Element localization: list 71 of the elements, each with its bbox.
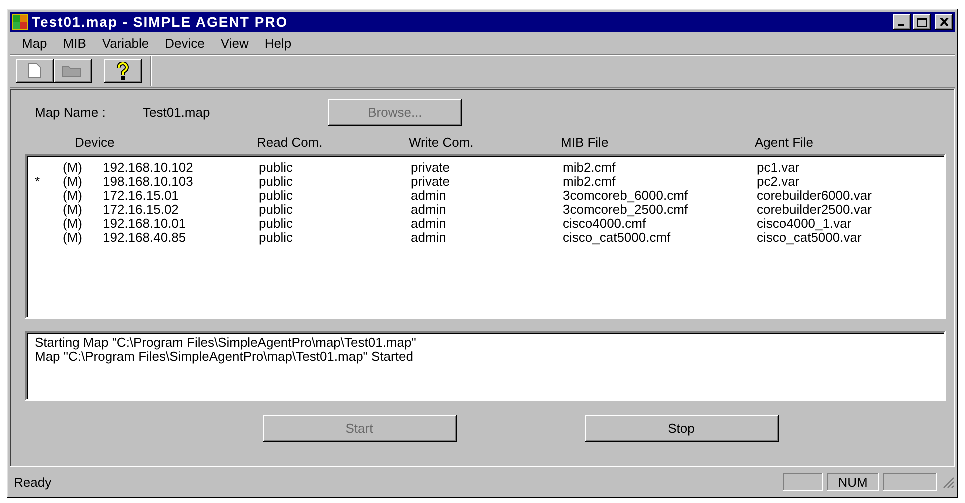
table-cell-text: cisco4000_1.var — [757, 217, 853, 231]
new-file-button[interactable] — [16, 59, 54, 83]
table-cell-text: private — [411, 175, 452, 189]
status-text: Ready — [14, 474, 53, 490]
table-cell-text: mib2.cmf — [563, 161, 617, 175]
table-cell-text: (M) — [63, 203, 84, 217]
stop-button[interactable]: Stop — [584, 415, 778, 442]
menu-item[interactable]: Map — [14, 36, 56, 50]
column-header: Write Com. — [409, 134, 475, 150]
app-icon — [12, 14, 28, 30]
table-cell-text: 172.16.15.01 — [103, 189, 180, 203]
table-cell-text: cisco4000.cmf — [563, 217, 646, 231]
table-cell-text: pc2.var — [757, 175, 801, 189]
menu-item[interactable]: View — [212, 36, 257, 50]
table-cell-text: 172.16.15.02 — [103, 203, 180, 217]
table-cell-text: admin — [411, 231, 448, 245]
column-header: Read Com. — [257, 134, 324, 150]
blank-page-icon — [28, 63, 42, 79]
log-line: Map "C:\Program Files\SimpleAgentPro\map\Test01.map" Started — [35, 350, 414, 364]
table-cell-text: cisco_cat5000.var — [757, 231, 863, 245]
table-cell-text: (M) — [63, 189, 84, 203]
open-folder-button[interactable] — [54, 59, 92, 83]
folder-icon — [62, 64, 84, 78]
table-cell-text: (M) — [63, 175, 84, 189]
close-icon — [940, 18, 948, 26]
status-pane — [783, 473, 823, 491]
table-cell-text: public — [259, 231, 294, 245]
table-cell-text: pc1.var — [757, 161, 801, 175]
table-cell-text: 198.168.10.103 — [103, 175, 194, 189]
num-lock-indicator: NUM — [827, 473, 879, 491]
resize-grip-icon — [941, 475, 955, 489]
table-cell-text: private — [411, 161, 452, 175]
table-cell-text: 192.168.10.102 — [103, 161, 194, 175]
minimize-button[interactable] — [893, 14, 911, 30]
table-cell-text: 192.168.10.01 — [103, 217, 188, 231]
table-cell-text: corebuilder2500.var — [757, 203, 873, 217]
map-name-label: Map Name : — [34, 104, 107, 120]
question-mark-icon — [116, 62, 130, 80]
table-cell-text: public — [259, 189, 294, 203]
window-title: Test01.map - SIMPLE AGENT PRO — [32, 14, 288, 30]
table-cell-text: public — [259, 203, 294, 217]
table-cell-text: 3comcoreb_6000.cmf — [563, 189, 690, 203]
table-cell-text: admin — [411, 189, 446, 203]
maximize-icon — [917, 18, 927, 26]
table-cell-text: public — [259, 175, 294, 189]
column-header: MIB File — [561, 134, 610, 150]
table-cell-text: admin — [411, 217, 448, 231]
table-cell-text: admin — [411, 203, 448, 217]
status-pane — [883, 473, 937, 491]
table-cell-text: public — [259, 217, 294, 231]
menu-item[interactable]: MIB — [55, 36, 94, 50]
column-header: Device — [75, 134, 116, 150]
log-line: Starting Map "C:\Program Files\SimpleAgentPro\map\Test01.map" — [35, 336, 418, 350]
help-button[interactable] — [104, 59, 142, 83]
table-cell-text: mib2.cmf — [563, 175, 617, 189]
table-cell-text: (M) — [63, 231, 84, 245]
table-cell-text: cisco_cat5000.cmf — [563, 231, 672, 245]
table-cell-text: 192.168.40.85 — [103, 231, 188, 245]
table-cell-text: (M) — [63, 161, 84, 175]
table-cell-text: corebuilder6000.var — [757, 189, 873, 203]
table-cell-text: public — [259, 161, 294, 175]
menu-item[interactable]: Help — [256, 36, 300, 50]
close-button[interactable] — [935, 14, 953, 30]
menu-item[interactable]: Device — [157, 36, 213, 50]
column-header: Agent File — [755, 134, 815, 150]
table-cell-text: (M) — [63, 217, 84, 231]
table-cell-text: 3comcoreb_2500.cmf — [563, 203, 690, 217]
row-marker: * — [34, 175, 42, 189]
map-name-value: Test01.map — [143, 104, 210, 120]
menu-item[interactable]: Variable — [94, 36, 158, 50]
maximize-button[interactable] — [913, 14, 931, 30]
